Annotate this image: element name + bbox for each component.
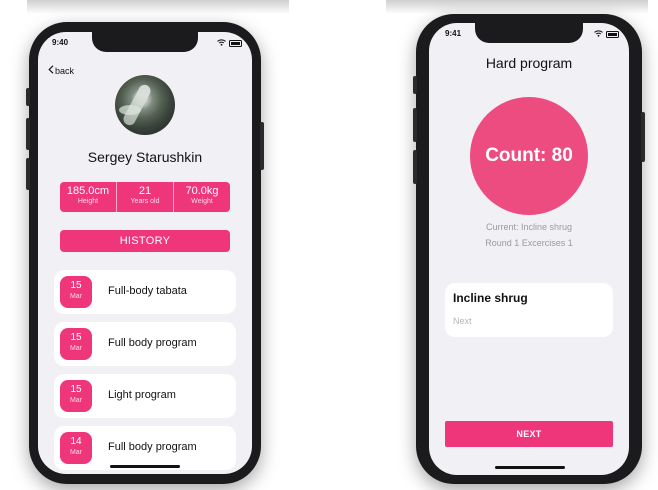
wifi-icon: [217, 39, 226, 48]
date-badge: 15 Mar: [60, 276, 92, 308]
round-text: Round 1 Excercises 1: [485, 238, 573, 248]
count-circle: Count: 80: [470, 97, 588, 215]
date-day: 14: [70, 436, 82, 447]
exercise-card: Incline shrug Next: [445, 283, 613, 337]
back-label: back: [55, 65, 75, 76]
stat-value: 70.0kg: [185, 185, 219, 197]
stat-label: Weight: [191, 198, 213, 205]
date-day: 15: [70, 280, 82, 291]
right-phone: 9:41 Hard program Count: 80 Current: Inc…: [413, 14, 645, 484]
date-month: Mar: [69, 293, 83, 300]
home-indicator[interactable]: [495, 466, 565, 469]
status-icons: [217, 39, 242, 48]
stat-value: 21: [138, 185, 152, 197]
history-item-title: Light program: [108, 389, 176, 401]
wifi-icon: [594, 30, 603, 39]
right-screen: 9:41 Hard program Count: 80 Current: Inc…: [429, 23, 629, 475]
left-phone-volume-up: [26, 118, 30, 150]
stat-age: 21 Years old: [116, 182, 173, 212]
date-badge: 15 Mar: [60, 380, 92, 412]
stat-weight: 70.0kg Weight: [173, 182, 230, 212]
history-item-title: Full body program: [108, 337, 197, 349]
date-day: 15: [70, 384, 82, 395]
chevron-left-icon: [48, 65, 54, 76]
left-phone-power: [260, 122, 264, 170]
profile-name: Sergey Starushkin: [87, 149, 203, 165]
history-item[interactable]: 14 Mar Full body program: [54, 426, 236, 470]
right-phone-volume-down: [413, 150, 417, 184]
left-phone-silent-switch: [26, 88, 30, 106]
notch: [92, 32, 198, 52]
notch: [475, 23, 583, 43]
history-item[interactable]: 15 Mar Full body program: [54, 322, 236, 366]
date-badge: 15 Mar: [60, 328, 92, 360]
left-phone: 9:40 back Sergey Starushkin 185.0cm Heig…: [26, 22, 264, 484]
history-item[interactable]: 15 Mar Light program: [54, 374, 236, 418]
battery-icon: [606, 31, 619, 38]
stat-height: 185.0cm Height: [60, 182, 116, 212]
history-item-title: Full-body tabata: [108, 285, 187, 297]
right-phone-silent-switch: [413, 76, 417, 94]
left-phone-volume-down: [26, 158, 30, 190]
status-time: 9:41: [445, 29, 462, 38]
exercise-name: Incline shrug: [453, 291, 528, 305]
stat-value: 185.0cm: [66, 185, 110, 197]
left-top-shadow: [27, 0, 289, 14]
current-exercise-text: Current: Incline shrug: [485, 222, 573, 232]
home-indicator[interactable]: [110, 465, 180, 468]
left-screen: 9:40 back Sergey Starushkin 185.0cm Heig…: [38, 32, 252, 474]
date-month: Mar: [69, 345, 83, 352]
date-month: Mar: [69, 397, 83, 404]
date-month: Mar: [69, 449, 83, 456]
status-time: 9:40: [52, 38, 69, 47]
stats-bar: 185.0cm Height 21 Years old 70.0kg Weigh…: [60, 182, 230, 212]
date-day: 15: [70, 332, 82, 343]
program-title: Hard program: [485, 55, 573, 71]
stat-label: Years old: [130, 198, 160, 205]
avatar: [115, 75, 175, 135]
right-phone-volume-up: [413, 108, 417, 142]
history-item-title: Full body program: [108, 441, 197, 453]
right-top-shadow: [386, 0, 648, 14]
history-button[interactable]: HISTORY: [60, 230, 230, 252]
battery-icon: [229, 40, 242, 47]
next-hint: Next: [453, 316, 472, 326]
next-button[interactable]: NEXT: [445, 421, 613, 447]
right-phone-power: [641, 112, 645, 162]
back-button[interactable]: back: [48, 65, 74, 76]
stat-label: Height: [77, 198, 99, 205]
date-badge: 14 Mar: [60, 432, 92, 464]
history-item[interactable]: 15 Mar Full-body tabata: [54, 270, 236, 314]
status-icons: [594, 30, 619, 39]
